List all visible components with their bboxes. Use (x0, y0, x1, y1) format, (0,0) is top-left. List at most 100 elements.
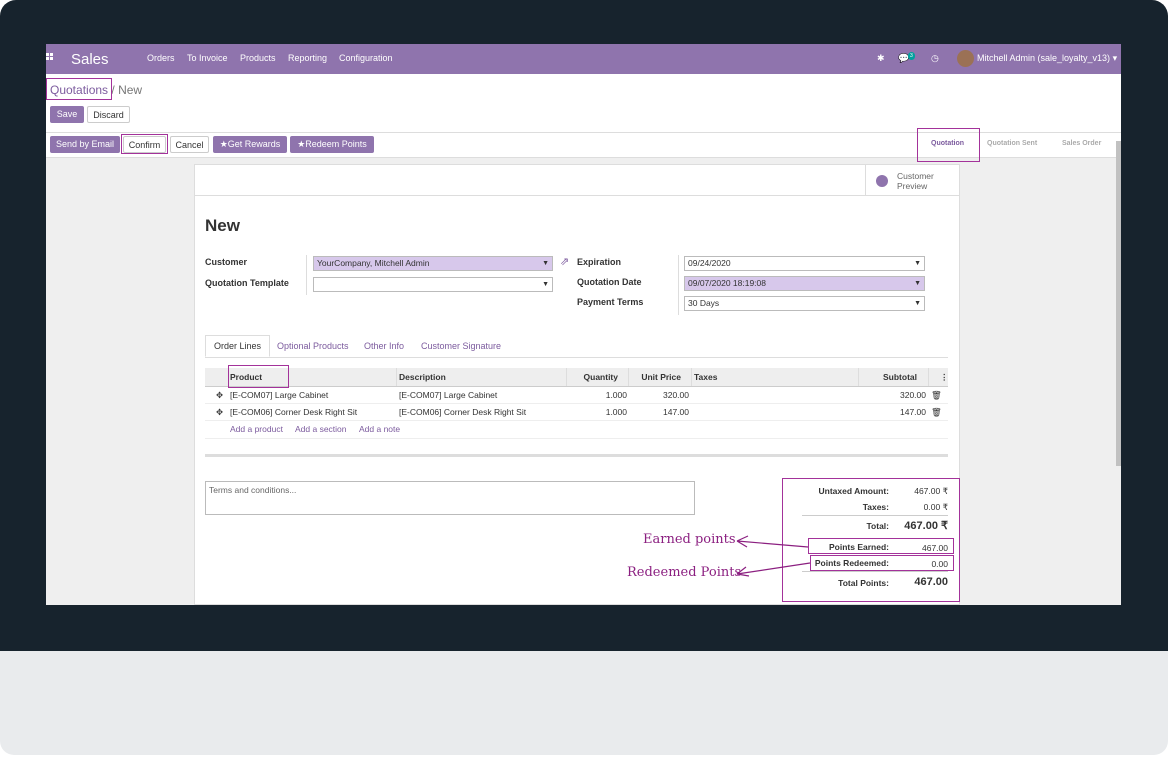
row-subtotal: 320.00 (900, 390, 926, 400)
quotation-template-label: Quotation Template (205, 278, 289, 288)
chat-count-badge: 3 (908, 52, 915, 60)
customer-value: YourCompany, Mitchell Admin (317, 258, 430, 268)
col-taxes[interactable]: Taxes (694, 372, 717, 382)
customer-preview-button[interactable]: Customer Preview (865, 165, 961, 195)
stage-quotation-sent[interactable]: Quotation Sent (987, 140, 1037, 147)
row-quantity[interactable]: 1.000 (569, 407, 627, 417)
redeem-points-button[interactable]: ★Redeem Points (290, 136, 374, 153)
quotation-date-value: 09/07/2020 18:19:08 (688, 278, 766, 288)
expiration-value: 09/24/2020 (688, 258, 731, 268)
page-title: New (205, 216, 240, 235)
menu-orders[interactable]: Orders (147, 53, 175, 63)
chevron-down-icon: ▼ (542, 281, 549, 288)
menu-reporting[interactable]: Reporting (288, 53, 327, 63)
highlight-points-earned (808, 538, 954, 554)
send-email-button[interactable]: Send by Email (50, 136, 120, 153)
drag-handle-icon[interactable]: ✥ (216, 407, 223, 418)
get-rewards-button[interactable]: ★Get Rewards (213, 136, 287, 153)
trash-icon[interactable]: 🗑 (931, 407, 942, 418)
table-row[interactable]: ✥ [E-COM07] Large Cabinet [E-COM07] Larg… (205, 387, 948, 404)
payment-terms-field[interactable]: 30 Days ▼ (684, 296, 925, 311)
control-panel: Quotations / New Save Discard (46, 74, 1121, 133)
col-separator (628, 368, 629, 386)
tab-customer-signature[interactable]: Customer Signature (421, 341, 501, 351)
preview-line-1: Customer (897, 171, 934, 181)
customer-label: Customer (205, 257, 248, 267)
row-product[interactable]: [E-COM06] Corner Desk Right Sit (230, 407, 357, 417)
trash-icon[interactable]: 🗑 (931, 390, 942, 401)
table-row[interactable]: ✥ [E-COM06] Corner Desk Right Sit [E-COM… (205, 404, 948, 421)
tab-order-lines[interactable]: Order Lines (205, 335, 271, 357)
row-description[interactable]: [E-COM07] Large Cabinet (399, 390, 497, 400)
breadcrumb-current: New (118, 83, 143, 97)
col-separator (566, 368, 567, 386)
annotation-earned-points: Earned points (643, 532, 736, 547)
customer-preview-label: Customer Preview (897, 171, 957, 191)
quotation-date-field[interactable]: 09/07/2020 18:19:08 ▼ (684, 276, 925, 291)
highlight-quotation-stage (917, 128, 980, 162)
user-menu[interactable]: Mitchell Admin (sale_loyalty_v13) ▾ (977, 53, 1117, 64)
top-navbar: Sales Orders To Invoice Products Reporti… (46, 44, 1121, 74)
col-separator (928, 368, 929, 386)
chevron-down-icon: ▼ (542, 260, 549, 267)
scrollbar[interactable] (1116, 141, 1121, 466)
external-link-icon[interactable]: ⇗ (560, 255, 569, 268)
menu-configuration[interactable]: Configuration (339, 53, 393, 63)
add-note-link[interactable]: Add a note (359, 424, 400, 434)
app-screen: Sales Orders To Invoice Products Reporti… (46, 44, 1121, 605)
payment-terms-label: Payment Terms (577, 297, 644, 307)
col-subtotal[interactable]: Subtotal (860, 372, 917, 382)
order-lines-header: Product Description Quantity Unit Price … (205, 368, 949, 387)
column-options-icon[interactable]: ⋮ (940, 372, 949, 383)
highlight-confirm (121, 134, 168, 154)
add-section-link[interactable]: Add a section (295, 424, 347, 434)
apps-icon[interactable] (46, 53, 54, 61)
terms-textarea[interactable]: Terms and conditions... (205, 481, 695, 515)
save-button[interactable]: Save (50, 106, 84, 123)
row-product[interactable]: [E-COM07] Large Cabinet (230, 390, 328, 400)
col-unit-price[interactable]: Unit Price (630, 372, 681, 382)
menu-products[interactable]: Products (240, 53, 276, 63)
user-name: Mitchell Admin (sale_loyalty_v13) (977, 53, 1111, 63)
sheet-header-divider (195, 195, 960, 196)
highlight-quotations (46, 78, 112, 100)
bug-icon[interactable]: ✱ (877, 53, 885, 64)
globe-icon (876, 175, 888, 187)
menu-to-invoice[interactable]: To Invoice (187, 53, 228, 63)
quotation-date-label: Quotation Date (577, 277, 642, 287)
row-description[interactable]: [E-COM06] Corner Desk Right Sit (399, 407, 526, 417)
highlight-points-redeemed (810, 555, 954, 571)
add-product-link[interactable]: Add a product (230, 424, 283, 434)
col-separator (858, 368, 859, 386)
section-divider (205, 454, 948, 457)
customer-field[interactable]: YourCompany, Mitchell Admin ▼ (313, 256, 553, 271)
row-subtotal: 147.00 (900, 407, 926, 417)
col-quantity[interactable]: Quantity (569, 372, 618, 382)
cancel-button[interactable]: Cancel (170, 136, 209, 153)
row-unit-price[interactable]: 320.00 (630, 390, 689, 400)
stage-sales-order[interactable]: Sales Order (1062, 140, 1101, 147)
row-unit-price[interactable]: 147.00 (630, 407, 689, 417)
terms-placeholder: Terms and conditions... (209, 485, 297, 495)
preview-line-2: Preview (897, 181, 928, 191)
expiration-field[interactable]: 09/24/2020 ▼ (684, 256, 925, 271)
col-separator (396, 368, 397, 386)
get-rewards-label: Get Rewards (227, 139, 281, 149)
redeem-points-label: Redeem Points (305, 139, 367, 149)
discard-button[interactable]: Discard (87, 106, 130, 123)
notebook-tabs: Order Lines Optional Products Other Info… (205, 335, 948, 358)
avatar[interactable] (957, 50, 974, 67)
quotation-template-field[interactable]: ▼ (313, 277, 553, 292)
tab-optional-products[interactable]: Optional Products (277, 341, 349, 351)
tab-other-info[interactable]: Other Info (364, 341, 404, 351)
payment-terms-value: 30 Days (688, 298, 720, 308)
drag-handle-icon[interactable]: ✥ (216, 390, 223, 401)
chevron-down-icon: ▼ (914, 300, 921, 307)
row-quantity[interactable]: 1.000 (569, 390, 627, 400)
col-description[interactable]: Description (399, 372, 446, 382)
app-brand[interactable]: Sales (71, 51, 109, 68)
chevron-down-icon: ▼ (914, 280, 921, 287)
clock-icon[interactable]: ◷ (931, 53, 939, 64)
annotation-redeemed-points: Redeemed Points (627, 565, 742, 580)
expiration-label: Expiration (577, 257, 622, 267)
